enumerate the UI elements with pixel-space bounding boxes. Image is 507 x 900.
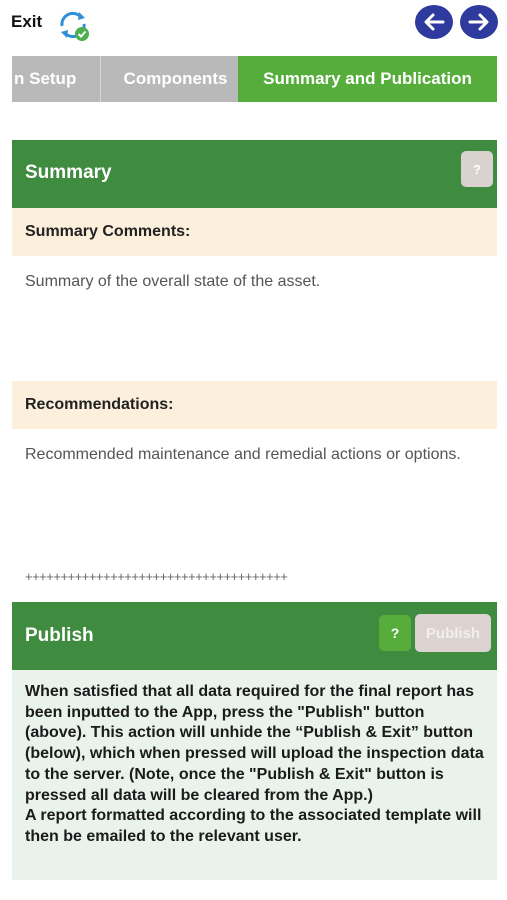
summary-comments-field[interactable]: Summary of the overall state of the asse… — [25, 271, 485, 292]
publish-header: Publish ? Publish — [12, 602, 497, 670]
top-bar: Exit — [0, 0, 507, 50]
summary-help-button[interactable]: ? — [461, 151, 493, 187]
publish-instructions-text: When satisfied that all data required fo… — [25, 683, 484, 804]
tab-summary-and-publication[interactable]: Summary and Publication — [238, 56, 497, 102]
tab-inspection-setup[interactable]: n Setup — [12, 56, 100, 102]
forward-button[interactable] — [460, 5, 498, 39]
tab-components[interactable]: Components — [100, 56, 250, 102]
publish-title: Publish — [25, 625, 94, 646]
back-button[interactable] — [415, 5, 453, 39]
summary-header: Summary ? — [12, 140, 497, 208]
summary-title: Summary — [25, 162, 112, 183]
recommendations-label: Recommendations: — [12, 381, 497, 429]
publish-instructions-note: A report formatted according to the asso… — [25, 807, 482, 845]
recommendations-field[interactable]: Recommended maintenance and remedial act… — [25, 444, 485, 465]
publish-instructions: When satisfied that all data required fo… — [12, 670, 497, 880]
publish-help-button[interactable]: ? — [379, 615, 411, 651]
summary-comments-label: Summary Comments: — [12, 208, 497, 256]
section-tabs: n Setup Components Summary and Publicati… — [12, 56, 497, 102]
sync-check-icon[interactable] — [54, 6, 92, 44]
arrow-right-icon — [468, 13, 489, 31]
section-divider: +++++++++++++++++++++++++++++++++++++ — [25, 569, 288, 584]
exit-button[interactable]: Exit — [11, 12, 42, 32]
arrow-left-icon — [424, 13, 445, 31]
publish-button[interactable]: Publish — [415, 614, 491, 652]
